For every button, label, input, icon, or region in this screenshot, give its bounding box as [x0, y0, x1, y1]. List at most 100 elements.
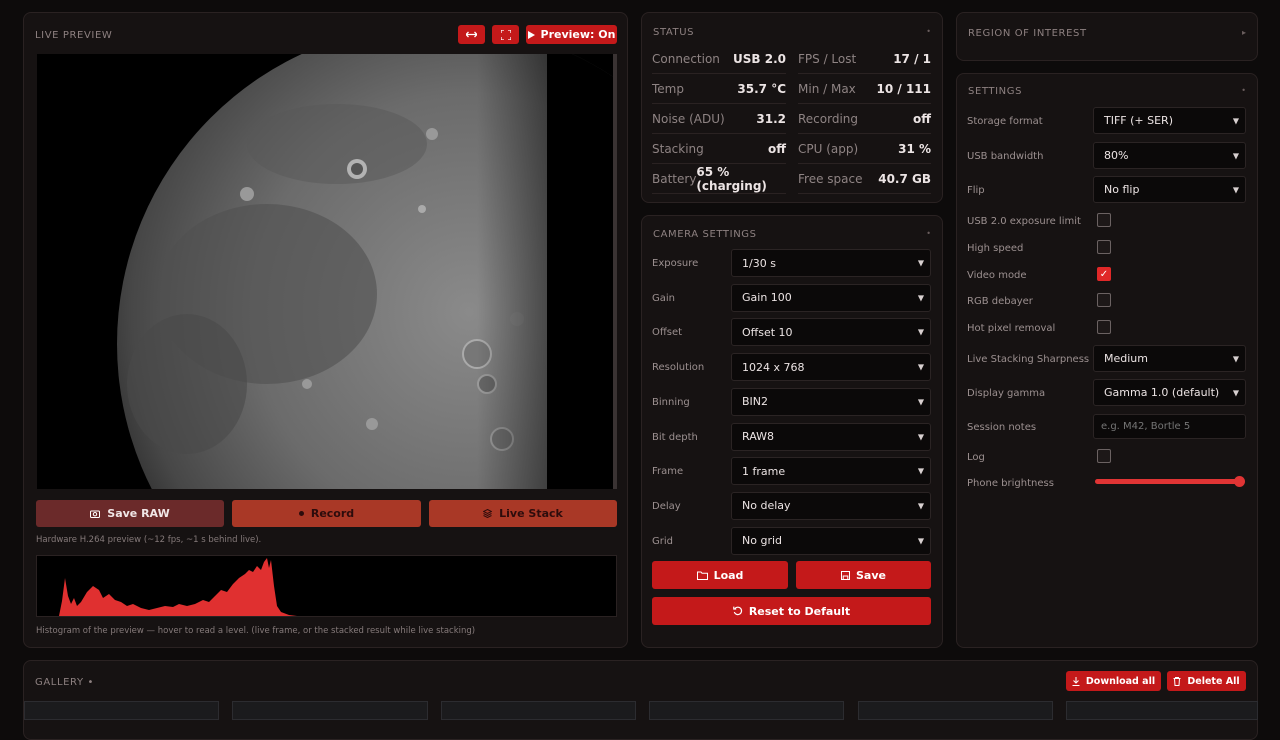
status-value: 35.7 °C [737, 82, 786, 96]
camera-collapse-icon[interactable]: • [926, 229, 931, 238]
load-button[interactable]: Load [652, 561, 788, 589]
status-label: Noise (ADU) [652, 112, 725, 126]
camera-field-value: Offset 10 [742, 325, 793, 339]
preview-note: Hardware H.264 preview (~12 fps, ~1 s be… [36, 535, 262, 545]
flip-value: No flip [1104, 183, 1140, 196]
record-button[interactable]: Record [232, 500, 421, 527]
setting-checkbox[interactable] [1097, 213, 1111, 227]
live-stack-button[interactable]: Live Stack [429, 500, 617, 527]
roi-panel[interactable]: REGION OF INTEREST ▸ [956, 12, 1258, 61]
gallery-title: GALLERY • [35, 677, 94, 688]
camera-frame-select[interactable]: 1 frame ▼ [731, 457, 931, 486]
camera-resolution-select[interactable]: 1024 x 768 ▼ [731, 353, 931, 382]
gallery-thumbnail[interactable] [858, 701, 1053, 720]
status-value: 10 / 111 [876, 82, 932, 96]
save-button[interactable]: Save [796, 561, 931, 589]
record-dot-icon [298, 511, 304, 516]
camera-gain-select[interactable]: Gain 100 ▼ [731, 283, 931, 312]
download-all-button[interactable]: Download all [1066, 671, 1161, 691]
fit-width-button[interactable] [458, 25, 485, 44]
setting-checkbox[interactable] [1097, 239, 1111, 254]
camera-bit-depth-select[interactable]: RAW8 ▼ [731, 422, 931, 451]
chevron-down-icon: ▼ [917, 501, 924, 511]
chevron-down-icon: ▼ [917, 397, 924, 407]
camera-field-label: Resolution [652, 362, 705, 374]
storage-format-select[interactable]: TIFF (+ SER) ▼ [1093, 107, 1246, 134]
delete-all-button[interactable]: Delete All [1167, 671, 1246, 691]
setting-check-label: High speed [967, 242, 1024, 254]
gallery-thumbnail[interactable] [24, 701, 219, 720]
settings-title: SETTINGS [968, 86, 1023, 97]
moon-image [117, 54, 613, 489]
status-value: 65 % (charging) [696, 165, 767, 193]
arrows-horizontal-icon [466, 31, 477, 38]
setting-checkbox[interactable] [1097, 293, 1111, 308]
setting-checkbox[interactable] [1097, 320, 1111, 335]
setting-checkbox[interactable]: ✓ [1097, 266, 1111, 281]
camera-field-label: Offset [652, 327, 683, 339]
log-label: Log [967, 452, 985, 463]
chevron-down-icon: ▼ [917, 362, 924, 372]
download-icon [1072, 676, 1080, 686]
camera-exposure-select[interactable]: 1/30 s ▼ [731, 249, 931, 277]
reset-icon [733, 606, 742, 616]
status-row: Noise (ADU) 31.2 Recording off [641, 105, 943, 135]
status-value: 31.2 [756, 112, 786, 126]
setting-check-label: Video mode [967, 269, 1027, 281]
flip-select[interactable]: No flip ▼ [1093, 176, 1246, 203]
usb-bandwidth-select[interactable]: 80% ▼ [1093, 142, 1246, 169]
usb-bandwidth-value: 80% [1104, 149, 1129, 162]
status-label: Temp [652, 82, 684, 96]
brightness-slider[interactable] [1095, 476, 1246, 487]
live-preview-title: LIVE PREVIEW [35, 30, 113, 41]
histogram[interactable] [36, 555, 617, 617]
save-raw-button[interactable]: Save RAW [36, 500, 224, 527]
camera-icon [90, 510, 101, 518]
gallery-thumbnail[interactable] [649, 701, 844, 720]
fullscreen-button[interactable] [492, 25, 519, 44]
status-value: off [768, 142, 786, 156]
roi-expand-icon[interactable]: ▸ [1242, 28, 1246, 37]
gallery-thumbnail[interactable] [1066, 701, 1258, 720]
save-label: Save [856, 568, 886, 582]
gallery-thumbnail[interactable] [232, 701, 428, 720]
usb-bandwidth-label: USB bandwidth [967, 151, 1044, 162]
status-cell: Connection USB 2.0 [652, 45, 786, 74]
brightness-knob[interactable] [1234, 476, 1246, 487]
status-row: Connection USB 2.0 FPS / Lost 17 / 1 [641, 45, 943, 75]
status-value: USB 2.0 [733, 52, 786, 66]
status-cell: Free space 40.7 GB [798, 165, 931, 194]
record-label: Record [310, 507, 355, 520]
status-cell: FPS / Lost 17 / 1 [798, 45, 931, 74]
status-label: Stacking [652, 142, 704, 156]
chevron-down-icon: ▼ [917, 293, 924, 303]
camera-delay-select[interactable]: No delay ▼ [731, 491, 931, 520]
session-notes-input[interactable] [1093, 414, 1246, 439]
log-checkbox[interactable] [1097, 449, 1111, 463]
chevron-down-icon: ▼ [1232, 388, 1239, 397]
camera-field-value: 1024 x 768 [742, 360, 805, 374]
settings-collapse-icon[interactable]: • [1241, 86, 1246, 95]
reset-button[interactable]: Reset to Default [652, 597, 931, 625]
status-cell: Stacking off [652, 135, 786, 164]
gamma-select[interactable]: Gamma 1.0 (default) ▼ [1093, 379, 1246, 406]
setting-check-label: USB 2.0 exposure limit [967, 216, 1081, 227]
play-icon [527, 30, 535, 39]
sharpness-select[interactable]: Medium ▼ [1093, 345, 1246, 372]
camera-field-label: Gain [652, 292, 675, 304]
status-collapse-icon[interactable]: • [926, 27, 931, 36]
setting-check-label: RGB debayer [967, 296, 1033, 308]
camera-field-label: Binning [652, 396, 690, 408]
preview-toggle-button[interactable]: Preview: On [526, 25, 617, 44]
status-label: CPU (app) [798, 142, 859, 156]
gallery-thumbnail[interactable] [441, 701, 636, 720]
camera-binning-select[interactable]: BIN2 ▼ [731, 387, 931, 416]
chevron-down-icon: ▼ [917, 327, 924, 337]
save-raw-label: Save RAW [107, 507, 170, 520]
download-all-label: Download all [1085, 675, 1156, 687]
status-title: STATUS [653, 27, 695, 38]
camera-grid-select[interactable]: No grid ▼ [731, 526, 931, 555]
preview-image[interactable] [37, 54, 617, 489]
status-cell: CPU (app) 31 % [798, 135, 931, 164]
camera-offset-select[interactable]: Offset 10 ▼ [731, 318, 931, 347]
